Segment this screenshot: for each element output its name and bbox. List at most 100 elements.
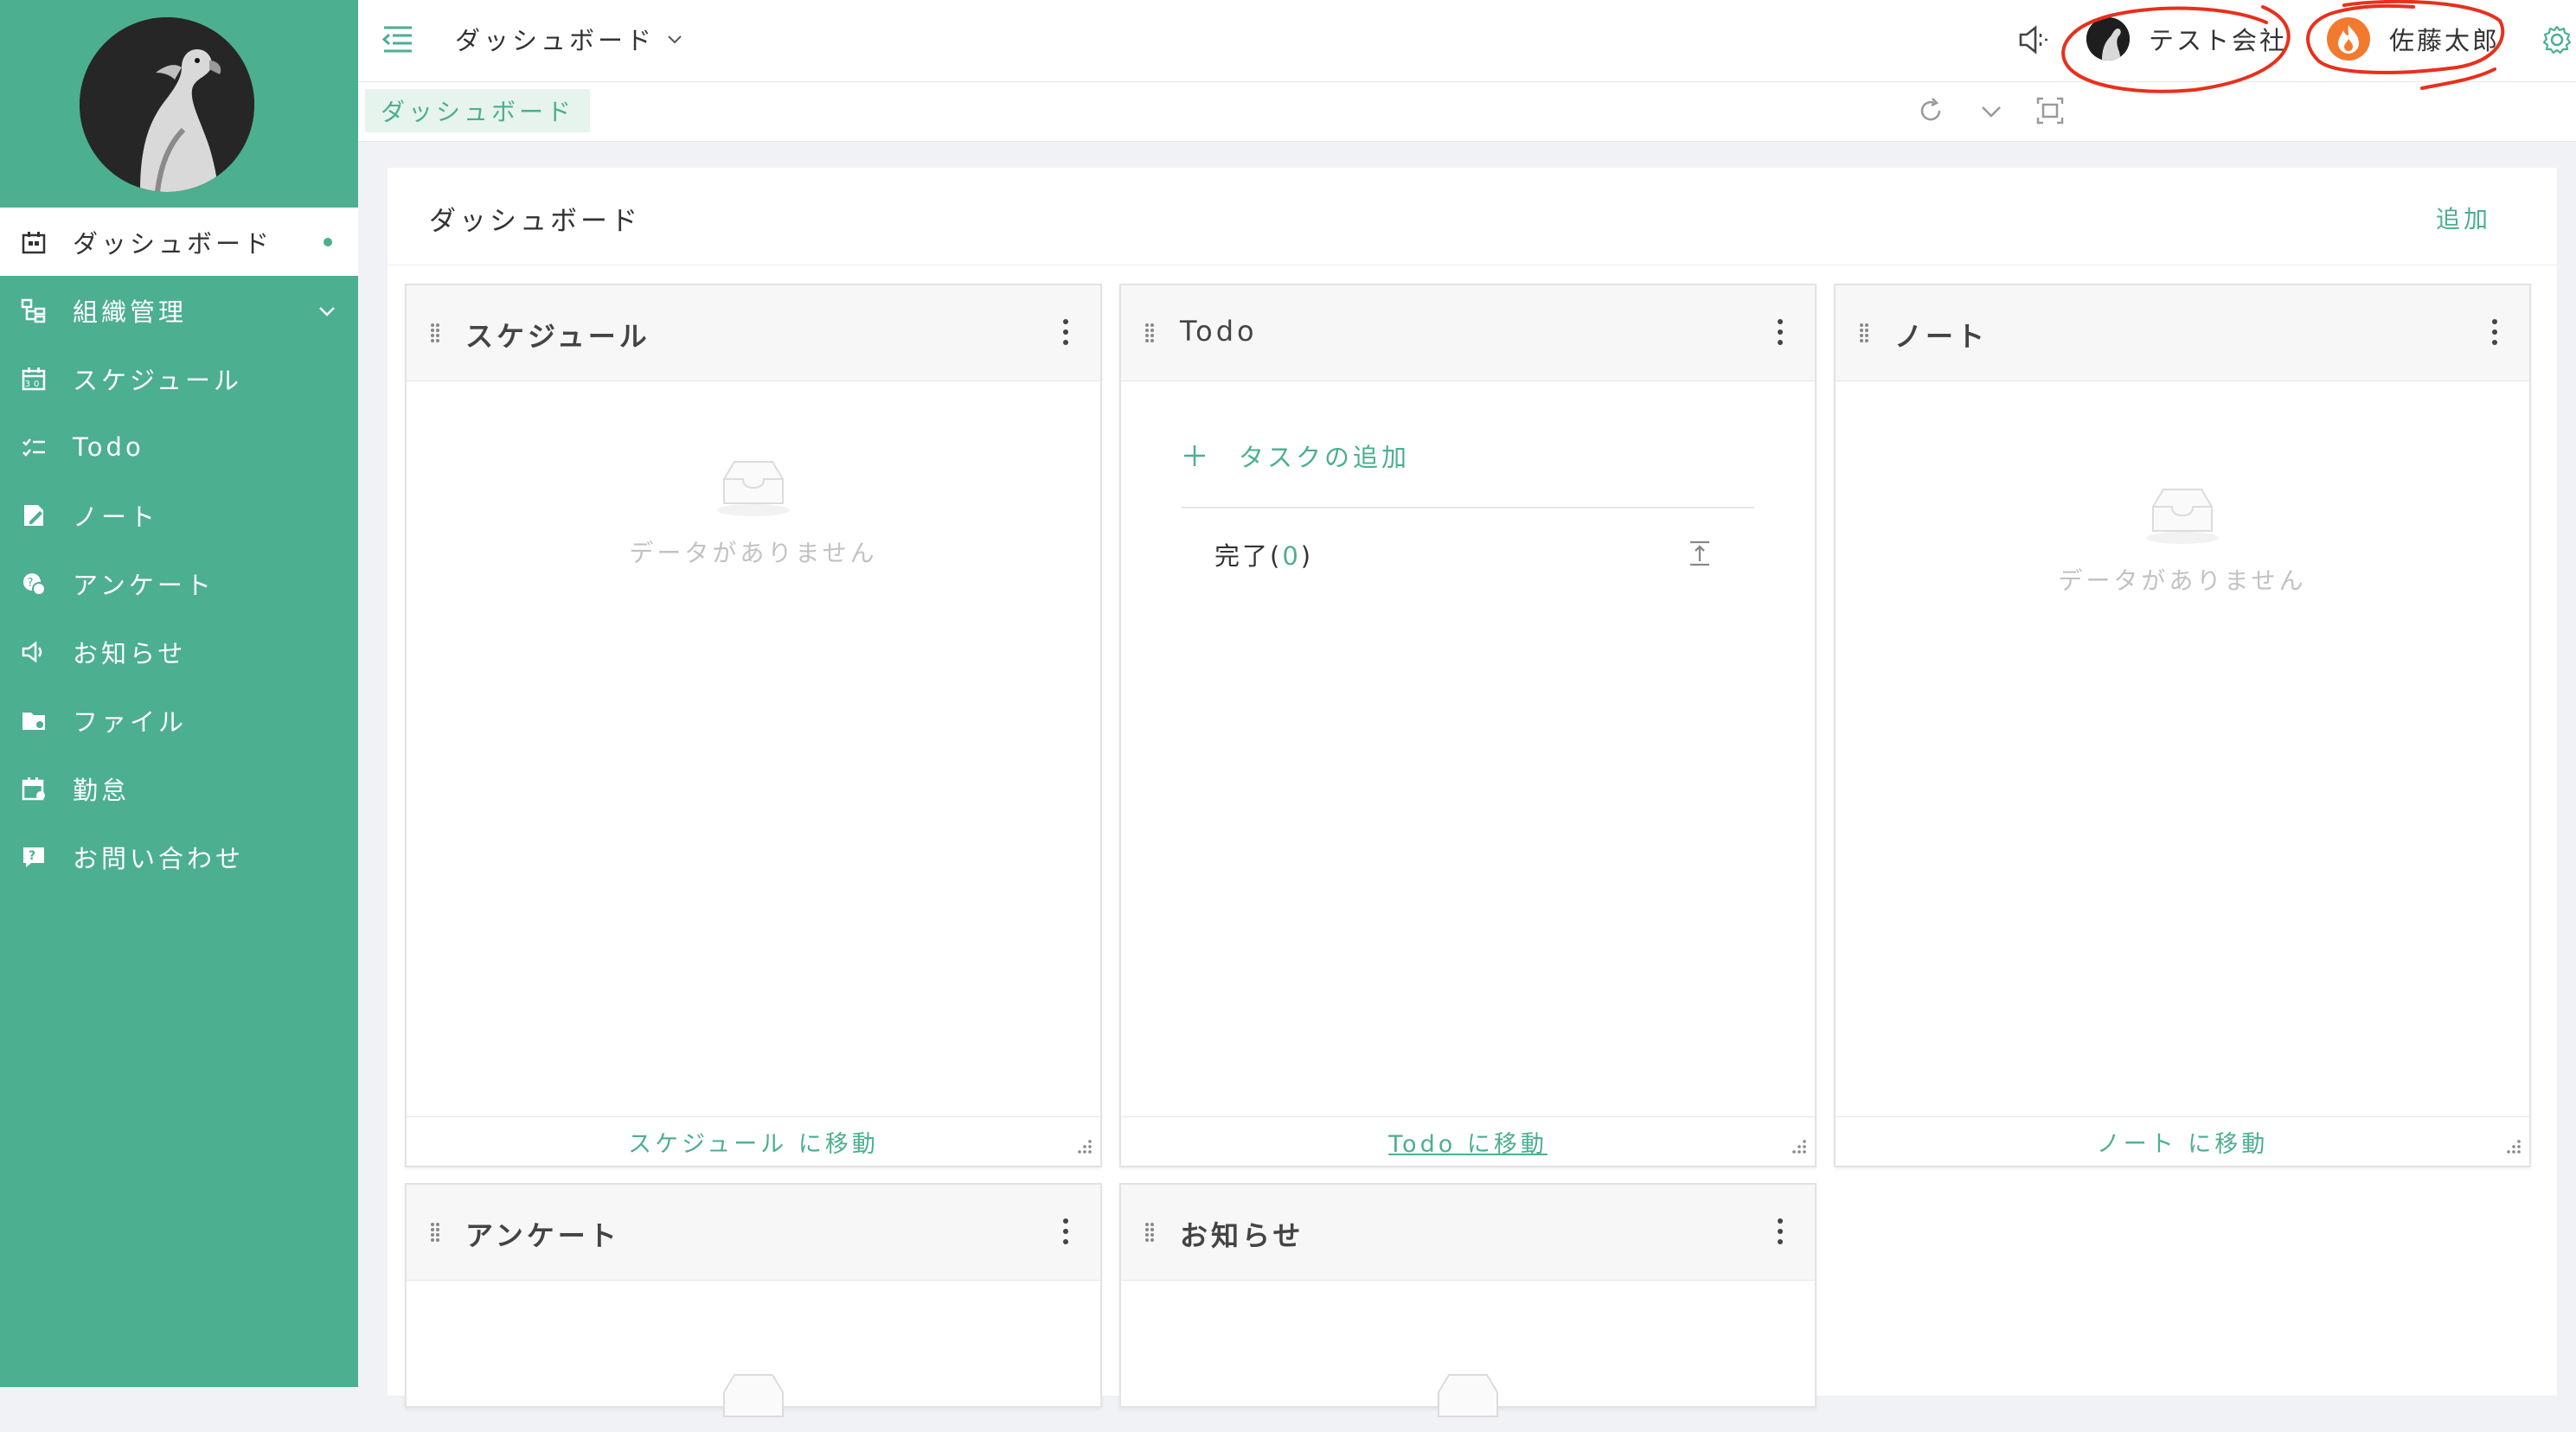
- sidebar-item-label: 組織管理: [73, 297, 188, 327]
- user-avatar: [2327, 17, 2370, 61]
- svg-text:30: 30: [25, 380, 43, 389]
- breadcrumb-label: ダッシュボード: [455, 26, 656, 55]
- speaker-icon[interactable]: [2017, 22, 2052, 61]
- empty-text: データがありません: [629, 539, 878, 567]
- breadcrumb[interactable]: ダッシュボード: [455, 21, 684, 57]
- plus-icon: [1184, 445, 1205, 466]
- top-header: ダッシュボード テスト会社 佐藤太郎: [358, 0, 2576, 82]
- add-task-button[interactable]: タスクの追加: [1182, 438, 1410, 474]
- checklist-icon: [19, 432, 48, 462]
- resize-handle-icon[interactable]: [1074, 1136, 1093, 1159]
- sidebar-item-schedule[interactable]: 30 スケジュール: [0, 344, 358, 412]
- more-vertical-icon[interactable]: [1775, 1216, 1785, 1250]
- refresh-icon[interactable]: [1915, 95, 1946, 130]
- completed-count: 0: [1282, 541, 1301, 571]
- completed-suffix: ): [1300, 541, 1314, 571]
- drag-handle-icon[interactable]: [429, 322, 441, 348]
- tabs-bar: ダッシュボード: [358, 82, 2576, 142]
- sidebar-item-inquiry[interactable]: ? お問い合わせ: [0, 822, 358, 891]
- sidebar-item-file[interactable]: ファイル: [0, 686, 358, 754]
- calendar-icon: 30: [19, 364, 48, 393]
- widget-notice: お知らせ: [1119, 1183, 1817, 1417]
- footer-label: Todo に移動: [1388, 1130, 1548, 1158]
- sidebar-item-label: ノート: [73, 502, 159, 532]
- more-vertical-icon[interactable]: [2489, 316, 2500, 351]
- sidebar-item-note[interactable]: ノート: [0, 481, 358, 549]
- attendance-icon: [19, 774, 48, 803]
- company-switcher[interactable]: テスト会社: [2086, 17, 2287, 61]
- survey-icon: ?: [19, 569, 48, 598]
- widget-schedule: スケジュール データがありません スケジュール に移動: [405, 284, 1102, 1167]
- sidebar-item-label: ファイル: [73, 706, 188, 737]
- collapse-top-icon[interactable]: [1687, 540, 1713, 571]
- widget-header: お知らせ: [1121, 1185, 1815, 1281]
- footer-label: ノート に移動: [2096, 1130, 2269, 1158]
- sidebar-item-org[interactable]: 組織管理: [0, 276, 358, 344]
- widget-footer-link[interactable]: ノート に移動: [1836, 1116, 2529, 1166]
- company-name: テスト会社: [2149, 26, 2288, 55]
- empty-state: [407, 1363, 1100, 1432]
- widget-note: ノート データがありません ノート に移動: [1834, 284, 2531, 1167]
- page-title: ダッシュボード: [429, 206, 641, 237]
- sidebar-item-label: Todo: [73, 432, 144, 462]
- sidebar-item-notice[interactable]: お知らせ: [0, 617, 358, 686]
- completed-toggle[interactable]: 完了(0): [1214, 536, 1313, 572]
- svg-text:?: ?: [29, 849, 39, 863]
- chevron-down-icon[interactable]: [1976, 95, 2007, 130]
- sidebar-item-attendance[interactable]: 勤怠: [0, 754, 358, 822]
- dashboard-icon: [19, 227, 48, 257]
- widget-todo: Todo タスクの追加 完了(0) Todo に移動: [1119, 284, 1817, 1167]
- widget-title: スケジュール: [465, 320, 650, 353]
- sidebar-item-label: 勤怠: [73, 775, 131, 805]
- sidebar-menu: ダッシュボード 組織管理 30 スケジュール Todo ノート ? アンケート …: [0, 208, 358, 891]
- active-dot: [324, 238, 332, 246]
- more-vertical-icon[interactable]: [1061, 316, 1071, 351]
- gear-icon[interactable]: [2541, 24, 2573, 59]
- drag-handle-icon[interactable]: [1858, 322, 1870, 348]
- resize-handle-icon[interactable]: [1789, 1136, 1808, 1159]
- widget-title: Todo: [1180, 315, 1258, 348]
- widget-header: アンケート: [407, 1185, 1100, 1281]
- drag-handle-icon[interactable]: [1144, 322, 1156, 348]
- company-avatar: [2086, 17, 2130, 61]
- svg-text:?: ?: [28, 577, 37, 590]
- widget-title: ノート: [1894, 320, 1989, 353]
- empty-inbox-icon: [723, 1374, 784, 1417]
- widget-footer-link[interactable]: スケジュール に移動: [407, 1116, 1100, 1166]
- empty-text: データがありません: [2058, 566, 2307, 595]
- resize-handle-icon[interactable]: [2503, 1136, 2522, 1159]
- chevron-down-icon[interactable]: [317, 298, 337, 328]
- fullscreen-icon[interactable]: [2035, 95, 2066, 130]
- org-icon: [19, 296, 48, 325]
- folder-icon: [19, 706, 48, 735]
- drag-handle-icon[interactable]: [429, 1221, 441, 1247]
- more-vertical-icon[interactable]: [1775, 316, 1785, 351]
- drag-handle-icon[interactable]: [1144, 1221, 1156, 1247]
- widget-title: お知らせ: [1180, 1219, 1304, 1252]
- user-menu[interactable]: 佐藤太郎: [2327, 17, 2500, 61]
- sidebar-item-survey[interactable]: ? アンケート: [0, 549, 358, 617]
- empty-inbox-icon: [2146, 489, 2219, 544]
- sidebar-item-todo[interactable]: Todo: [0, 412, 358, 481]
- sidebar-item-label: お問い合わせ: [73, 843, 245, 873]
- sidebar-item-label: アンケート: [73, 570, 215, 600]
- empty-state: データがありません: [407, 450, 1100, 569]
- empty-state: [1121, 1363, 1815, 1432]
- add-widget-button[interactable]: 追加: [2436, 201, 2491, 235]
- more-vertical-icon[interactable]: [1061, 1216, 1071, 1250]
- tab-dashboard[interactable]: ダッシュボード: [365, 89, 591, 132]
- logo-eagle-image: [80, 17, 254, 192]
- widget-title: アンケート: [465, 1219, 620, 1252]
- sidebar-item-label: お知らせ: [73, 638, 187, 668]
- widget-header: Todo: [1121, 285, 1815, 381]
- user-name: 佐藤太郎: [2389, 26, 2501, 55]
- chevron-down-icon: [668, 35, 682, 44]
- divider: [1182, 507, 1754, 508]
- widget-survey: アンケート: [405, 1183, 1102, 1417]
- footer-label: スケジュール に移動: [628, 1130, 879, 1158]
- sidebar-item-dashboard[interactable]: ダッシュボード: [0, 208, 358, 276]
- menu-collapse-icon[interactable]: [381, 24, 415, 59]
- widget-footer-link[interactable]: Todo に移動: [1121, 1116, 1815, 1166]
- add-task-label: タスクの追加: [1239, 443, 1411, 472]
- empty-inbox-icon: [717, 461, 790, 516]
